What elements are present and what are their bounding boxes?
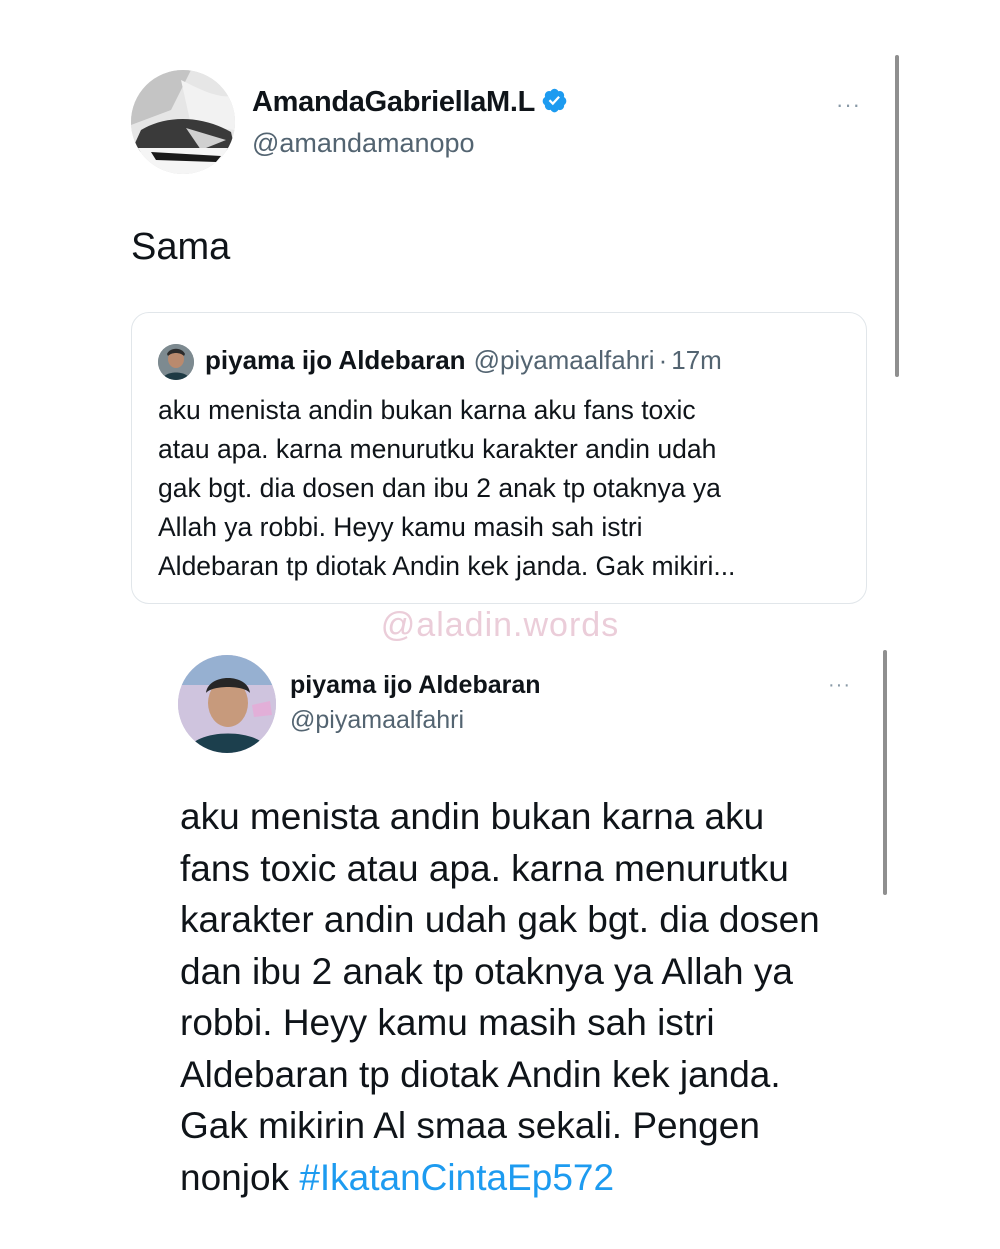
piyama-avatar[interactable]	[178, 655, 276, 753]
piyama-handle[interactable]: @piyamaalfahri	[290, 706, 464, 735]
piyama-display-name[interactable]: piyama ijo Aldebaran	[290, 671, 541, 700]
amanda-avatar[interactable]	[131, 70, 235, 174]
tweet-line: Gak mikirin Al smaa sekali. Pengen	[180, 1105, 760, 1146]
tweet-line: aku menista andin bukan karna aku	[180, 796, 765, 837]
amanda-avatar-image	[131, 70, 235, 174]
quoted-header: piyama ijo Aldebaran @piyamaalfahri · 17m	[205, 345, 722, 376]
tweet-text: Sama	[131, 226, 231, 268]
amanda-display-name[interactable]: AmandaGabriellaM.L	[252, 86, 568, 119]
more-options-icon[interactable]: ···	[836, 92, 861, 118]
more-options-icon-second[interactable]: ···	[828, 674, 851, 697]
tweet-line: karakter andin udah gak bgt. dia dosen	[180, 899, 820, 940]
watermark: @aladin.words	[380, 606, 620, 644]
tweet-line: Aldebaran tp diotak Andin kek janda.	[180, 1053, 781, 1095]
hashtag-link[interactable]: #IkatanCintaEp572	[299, 1157, 614, 1198]
scrollbar-second[interactable]	[883, 650, 887, 895]
amanda-name-text[interactable]: AmandaGabriellaM.L	[252, 86, 535, 118]
verified-badge-icon	[541, 87, 568, 114]
quoted-timestamp: 17m	[671, 345, 722, 375]
quoted-separator: ·	[658, 345, 668, 375]
quoted-display-name: piyama ijo Aldebaran	[205, 345, 466, 375]
expanded-tweet-text: aku menista andin bukan karna aku fans t…	[180, 791, 870, 1203]
amanda-handle[interactable]: @amandamanopo	[252, 128, 475, 159]
tweet-line: fans toxic atau apa. karna menurutku	[180, 847, 789, 889]
scrollbar-top[interactable]	[895, 55, 899, 377]
quoted-avatar	[158, 344, 194, 380]
quoted-avatar-image	[158, 344, 194, 380]
piyama-avatar-image	[178, 655, 276, 753]
last-line-prefix: nonjok	[180, 1156, 300, 1198]
tweet-line-last: nonjok #IkatanCintaEp572	[180, 1152, 870, 1204]
tweet-line: robbi. Heyy kamu masih sah istri	[180, 1002, 715, 1043]
quoted-tweet-text: aku menista andin bukan karna aku fans t…	[158, 395, 736, 581]
quoted-handle: @piyamaalfahri	[473, 345, 655, 375]
tweet-line: dan ibu 2 anak tp otaknya ya Allah ya	[180, 950, 793, 992]
